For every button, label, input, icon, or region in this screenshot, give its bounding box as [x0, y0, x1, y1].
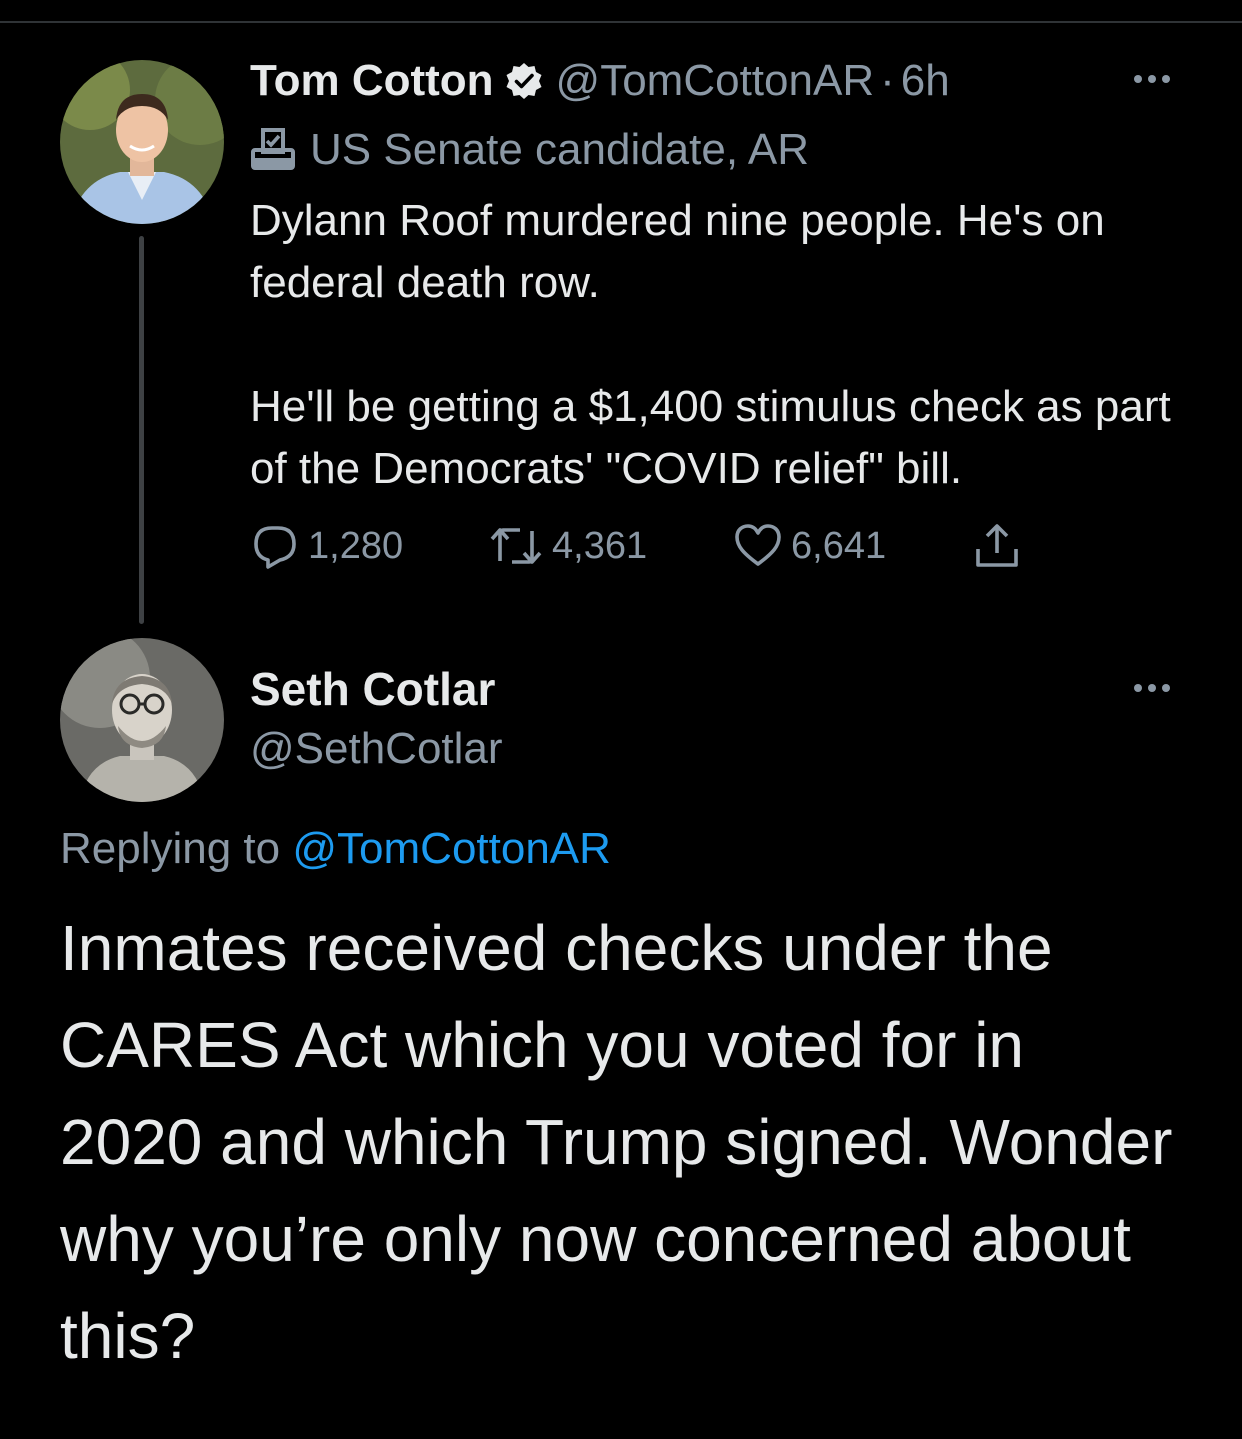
tweet-timestamp[interactable]: 6h	[901, 56, 950, 106]
author-name[interactable]: Tom Cotton	[250, 56, 494, 106]
tweet-actions: 1,280 4,361 6,641	[250, 520, 1050, 572]
retweet-icon	[490, 528, 542, 564]
share-icon	[976, 524, 1018, 567]
account-label-text: US Senate candidate, AR	[310, 125, 809, 174]
top-divider	[0, 21, 1242, 23]
more-options-icon[interactable]	[1134, 75, 1170, 83]
verified-badge-icon	[504, 61, 544, 101]
reply-author-handle[interactable]: @SethCotlar	[250, 724, 503, 774]
replying-to: Replying to @TomCottonAR	[60, 824, 611, 874]
heart-icon	[735, 524, 781, 566]
like-button[interactable]: 6,641	[733, 520, 886, 572]
retweet-count: 4,361	[552, 524, 648, 567]
separator-dot: ·	[880, 56, 895, 105]
avatar-tom-cotton[interactable]	[60, 60, 224, 224]
tweet-text-paragraph-1: Dylann Roof murdered nine people. He's o…	[250, 196, 1105, 307]
account-label: US Senate candidate, AR	[250, 122, 809, 178]
reply-count: 1,280	[308, 524, 404, 567]
reply-author-name[interactable]: Seth Cotlar	[250, 662, 495, 716]
tweet-text-paragraph-2: He'll be getting a $1,400 stimulus check…	[250, 382, 1171, 493]
thread-line	[139, 236, 144, 624]
author-handle[interactable]: @TomCottonAR	[556, 56, 875, 106]
reply-text: Inmates received checks under the CARES …	[60, 912, 1173, 1372]
reply-icon	[254, 526, 296, 569]
reply-more-options-icon[interactable]	[1134, 684, 1170, 692]
replying-to-mention-link[interactable]: @TomCottonAR	[292, 824, 611, 873]
like-count: 6,641	[791, 524, 887, 567]
replying-to-prefix: Replying to	[60, 824, 281, 873]
tweet-header: Tom Cotton @TomCottonAR · 6h	[250, 52, 950, 110]
tweet-text: Dylann Roof murdered nine people. He's o…	[250, 190, 1210, 500]
retweet-button[interactable]: 4,361	[488, 520, 647, 572]
share-button[interactable]	[972, 520, 1030, 572]
avatar-seth-cotlar[interactable]	[60, 638, 224, 802]
reply-button[interactable]: 1,280	[250, 520, 403, 572]
ballot-box-icon	[250, 128, 296, 172]
